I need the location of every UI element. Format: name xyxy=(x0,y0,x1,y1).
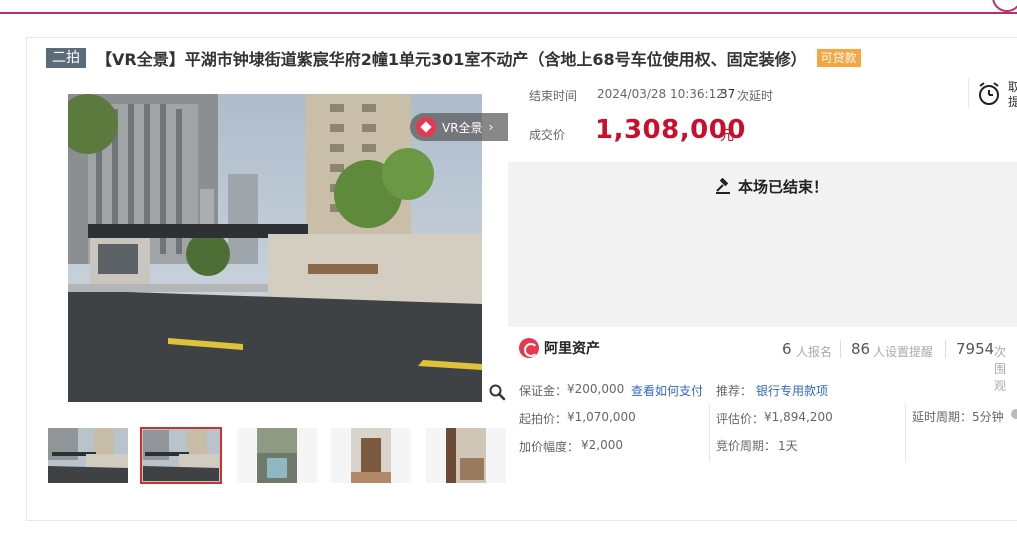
increment-value: ¥2,000 xyxy=(581,438,623,452)
vr-label: VR全景 xyxy=(442,120,483,135)
auction-round-tag: 二拍 xyxy=(46,48,86,68)
signup-count: 6 xyxy=(782,340,792,358)
vr-panorama-button[interactable]: VR全景 › xyxy=(410,113,508,141)
view-label: 次围观 xyxy=(994,345,1007,393)
top-accent-line xyxy=(0,12,1017,14)
end-time-label: 结束时间 xyxy=(529,89,578,103)
ali-asset-logo[interactable]: 阿里资产 xyxy=(519,338,600,358)
loan-tag: 可贷款 xyxy=(816,49,861,67)
chevron-right-icon: › xyxy=(488,120,494,134)
bid-period-label: 竞价周期： xyxy=(716,439,777,453)
bank-payment-link[interactable]: 银行专用款项 xyxy=(756,382,828,399)
auction-ended-message: 本场已结束！ xyxy=(714,176,828,197)
thumbnail-1[interactable] xyxy=(48,428,128,483)
increment-label: 加价幅度： xyxy=(519,440,580,454)
vr-logo-icon xyxy=(416,117,436,137)
end-time-value: 2024/03/28 10:36:12 xyxy=(597,87,724,101)
alarm-clock-icon[interactable] xyxy=(977,81,1001,107)
signup-label: 人报名 xyxy=(796,345,833,359)
delay-count: 37 xyxy=(720,87,736,101)
deposit-value: ¥200,000 xyxy=(567,382,625,396)
info-divider xyxy=(905,404,906,462)
delay-period-value: 5分钟 xyxy=(972,410,1004,424)
thumbnail-2[interactable] xyxy=(140,427,222,484)
magnifier-icon[interactable] xyxy=(488,383,506,401)
thumbnail-5[interactable] xyxy=(426,428,506,483)
auction-ended-text: 本场已结束！ xyxy=(738,178,829,196)
eval-price-value: ¥1,894,200 xyxy=(764,410,833,424)
thumbnail-4[interactable] xyxy=(331,428,411,483)
deposit-label: 保证金： xyxy=(519,384,568,398)
start-price-value: ¥1,070,000 xyxy=(567,410,636,424)
recommend-label: 推荐： xyxy=(716,384,753,398)
start-price-label: 起拍价： xyxy=(519,412,568,426)
reminder-label-2[interactable]: 提 xyxy=(1008,93,1017,110)
reminder-label: 人设置提醒 xyxy=(873,345,934,359)
stat-divider xyxy=(840,340,841,358)
info-divider xyxy=(709,404,710,462)
ali-asset-logo-icon xyxy=(519,338,539,358)
corner-button[interactable] xyxy=(992,0,1017,12)
page-title: 【VR全景】平湖市钟埭街道紫宸华府2幢1单元301室不动产（含地上68号车位使用… xyxy=(96,50,807,69)
reminder-count: 86 xyxy=(851,340,871,358)
deal-price-label: 成交价 xyxy=(529,128,566,142)
title-row: 二拍 【VR全景】平湖市钟埭街道紫宸华府2幢1单元301室不动产（含地上68号车… xyxy=(46,47,861,69)
view-count: 7954 xyxy=(956,340,995,358)
delay-period-label: 延时周期： xyxy=(912,410,973,424)
eval-price-label: 评估价： xyxy=(716,412,765,426)
bid-period-value: 1天 xyxy=(778,439,798,453)
thumbnail-3[interactable] xyxy=(237,428,317,483)
help-icon[interactable] xyxy=(1011,409,1017,419)
how-to-pay-link[interactable]: 查看如何支付 xyxy=(631,382,703,399)
deal-price-unit: 元 xyxy=(720,128,734,144)
platform-name: 阿里资产 xyxy=(544,341,600,357)
stat-divider xyxy=(945,340,946,358)
delay-count-label: 次延时 xyxy=(737,89,774,103)
gavel-icon xyxy=(716,177,730,194)
divider xyxy=(968,78,969,108)
